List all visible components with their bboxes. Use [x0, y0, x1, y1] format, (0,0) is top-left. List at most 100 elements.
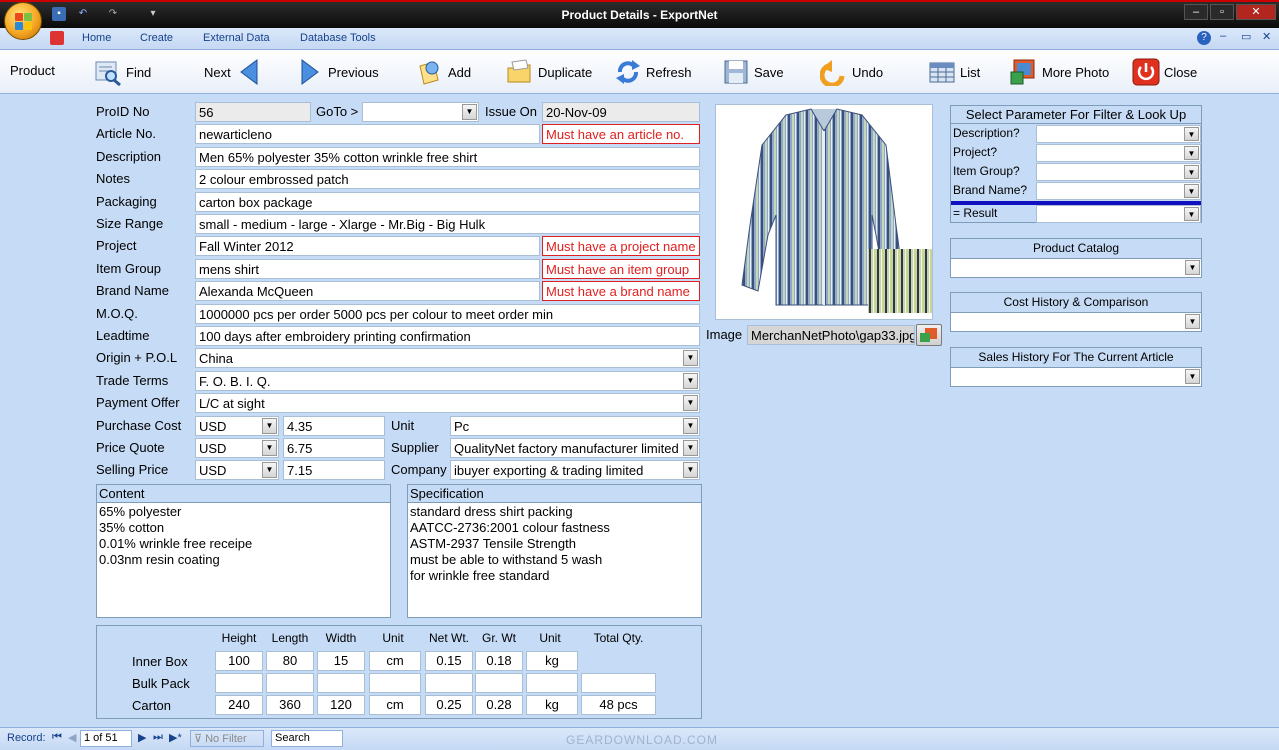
prodid-field[interactable]: 56: [195, 102, 311, 122]
packing-cell[interactable]: kg: [526, 695, 578, 715]
chevron-down-icon[interactable]: ▼: [683, 395, 698, 411]
chevron-down-icon[interactable]: ▼: [1184, 184, 1199, 198]
trade-terms-dropdown[interactable]: F. O. B. I. Q. ▼: [195, 371, 700, 391]
purchase-cost-field[interactable]: 4.35: [283, 416, 385, 436]
packing-cell[interactable]: cm: [369, 651, 421, 671]
packing-cell[interactable]: 0.18: [475, 651, 523, 671]
packing-cell[interactable]: [581, 673, 656, 693]
sales-history-dropdown[interactable]: ▼: [951, 367, 1201, 386]
minimize-button[interactable]: –: [1184, 4, 1208, 20]
packing-cell[interactable]: [475, 673, 523, 693]
chevron-down-icon[interactable]: ▼: [683, 350, 698, 366]
packing-cell[interactable]: 80: [266, 651, 314, 671]
chevron-down-icon[interactable]: ▼: [462, 104, 477, 120]
record-position-field[interactable]: 1 of 51: [80, 730, 132, 747]
next-button[interactable]: Next: [204, 58, 263, 86]
tab-home[interactable]: Home: [82, 32, 111, 44]
packing-cell[interactable]: 0.25: [425, 695, 473, 715]
company-dropdown[interactable]: ibuyer exporting & trading limited ▼: [450, 460, 700, 480]
chevron-down-icon[interactable]: ▼: [683, 418, 698, 434]
tab-external-data[interactable]: External Data: [203, 32, 270, 44]
packing-cell[interactable]: [317, 673, 365, 693]
undo-quick-icon[interactable]: ↶: [76, 7, 90, 21]
packing-cell[interactable]: [369, 673, 421, 693]
office-button[interactable]: [4, 2, 42, 40]
prev-record-icon[interactable]: ◀: [68, 731, 76, 744]
close-window-button[interactable]: ✕: [1236, 4, 1276, 20]
product-photo[interactable]: [715, 104, 933, 320]
packing-cell[interactable]: 0.28: [475, 695, 523, 715]
specification-memo[interactable]: standard dress shirt packing AATCC-2736:…: [408, 503, 701, 617]
chevron-down-icon[interactable]: ▼: [1184, 165, 1199, 179]
issue-date-field[interactable]: 20-Nov-09: [542, 102, 700, 122]
save-quick-icon[interactable]: ▪: [52, 7, 66, 21]
unit-dropdown[interactable]: Pc ▼: [450, 416, 700, 436]
packing-cell[interactable]: kg: [526, 651, 578, 671]
description-field[interactable]: Men 65% polyester 35% cotton wrinkle fre…: [195, 147, 700, 167]
list-button[interactable]: List: [928, 58, 980, 86]
image-path-field[interactable]: MerchanNetPhoto\gap33.jpg: [747, 325, 915, 345]
redo-quick-icon[interactable]: ↷: [106, 7, 120, 21]
packing-cell[interactable]: 120: [317, 695, 365, 715]
chevron-down-icon[interactable]: ▼: [1185, 369, 1200, 384]
itemgroup-field[interactable]: mens shirt: [195, 259, 540, 279]
packing-cell[interactable]: 360: [266, 695, 314, 715]
moq-field[interactable]: 1000000 pcs per order 5000 pcs per colou…: [195, 304, 700, 324]
doc-minimize-icon[interactable]: –: [1220, 30, 1226, 42]
duplicate-button[interactable]: Duplicate: [506, 58, 592, 86]
tab-database-tools[interactable]: Database Tools: [300, 32, 376, 44]
maximize-button[interactable]: ▫: [1210, 4, 1234, 20]
cost-history-dropdown[interactable]: ▼: [951, 312, 1201, 331]
filter-result-dropdown[interactable]: ▼: [1036, 205, 1201, 223]
previous-button[interactable]: Previous: [296, 58, 379, 86]
packing-cell[interactable]: [266, 673, 314, 693]
filter-project-dropdown[interactable]: ▼: [1036, 144, 1201, 162]
doc-close-icon[interactable]: ✕: [1262, 30, 1271, 43]
packing-cell[interactable]: [526, 673, 578, 693]
goto-dropdown[interactable]: ▼: [362, 102, 479, 122]
last-record-icon[interactable]: ⏭: [153, 731, 163, 744]
chevron-down-icon[interactable]: ▼: [1185, 314, 1200, 329]
find-button[interactable]: Find: [94, 58, 151, 86]
packing-cell[interactable]: cm: [369, 695, 421, 715]
selling-price-field[interactable]: 7.15: [283, 460, 385, 480]
supplier-dropdown[interactable]: QualityNet factory manufacturer limited ▼: [450, 438, 700, 458]
chevron-down-icon[interactable]: ▼: [262, 462, 277, 478]
close-button[interactable]: Close: [1132, 58, 1197, 86]
filter-description-dropdown[interactable]: ▼: [1036, 125, 1201, 143]
doc-restore-icon[interactable]: ▭: [1241, 30, 1251, 43]
chevron-down-icon[interactable]: ▼: [1185, 260, 1200, 275]
chevron-down-icon[interactable]: ▼: [1184, 127, 1199, 141]
price-quote-field[interactable]: 6.75: [283, 438, 385, 458]
chevron-down-icon[interactable]: ▼: [683, 440, 698, 456]
packaging-field[interactable]: carton box package: [195, 192, 700, 212]
help-icon[interactable]: ?: [1197, 31, 1211, 45]
chevron-down-icon[interactable]: ▼: [1184, 207, 1199, 221]
purchase-currency-dropdown[interactable]: USD ▼: [195, 416, 279, 436]
filter-toggle-button[interactable]: ⊽ No Filter: [190, 730, 264, 747]
content-memo[interactable]: 65% polyester 35% cotton 0.01% wrinkle f…: [97, 503, 390, 617]
chevron-down-icon[interactable]: ▼: [262, 418, 277, 434]
chevron-down-icon[interactable]: ▼: [683, 462, 698, 478]
payment-dropdown[interactable]: L/C at sight ▼: [195, 393, 700, 413]
packing-cell[interactable]: [425, 673, 473, 693]
leadtime-field[interactable]: 100 days after embroidery printing confi…: [195, 326, 700, 346]
origin-dropdown[interactable]: China ▼: [195, 348, 700, 368]
catalog-dropdown[interactable]: ▼: [951, 258, 1201, 277]
undo-button[interactable]: Undo: [820, 58, 883, 86]
browse-image-button[interactable]: [916, 324, 942, 346]
add-button[interactable]: Add: [416, 58, 471, 86]
search-input[interactable]: Search: [271, 730, 343, 747]
save-button[interactable]: Save: [722, 58, 784, 86]
packing-cell[interactable]: 0.15: [425, 651, 473, 671]
brand-field[interactable]: Alexanda McQueen: [195, 281, 540, 301]
article-field[interactable]: newarticleno: [195, 124, 540, 144]
first-record-icon[interactable]: ⏮: [52, 731, 62, 744]
packing-cell[interactable]: 240: [215, 695, 263, 715]
quote-currency-dropdown[interactable]: USD ▼: [195, 438, 279, 458]
filter-itemgroup-dropdown[interactable]: ▼: [1036, 163, 1201, 181]
refresh-button[interactable]: Refresh: [614, 58, 692, 86]
packing-cell[interactable]: 48 pcs: [581, 695, 656, 715]
selling-currency-dropdown[interactable]: USD ▼: [195, 460, 279, 480]
chevron-down-icon[interactable]: ▼: [683, 373, 698, 389]
